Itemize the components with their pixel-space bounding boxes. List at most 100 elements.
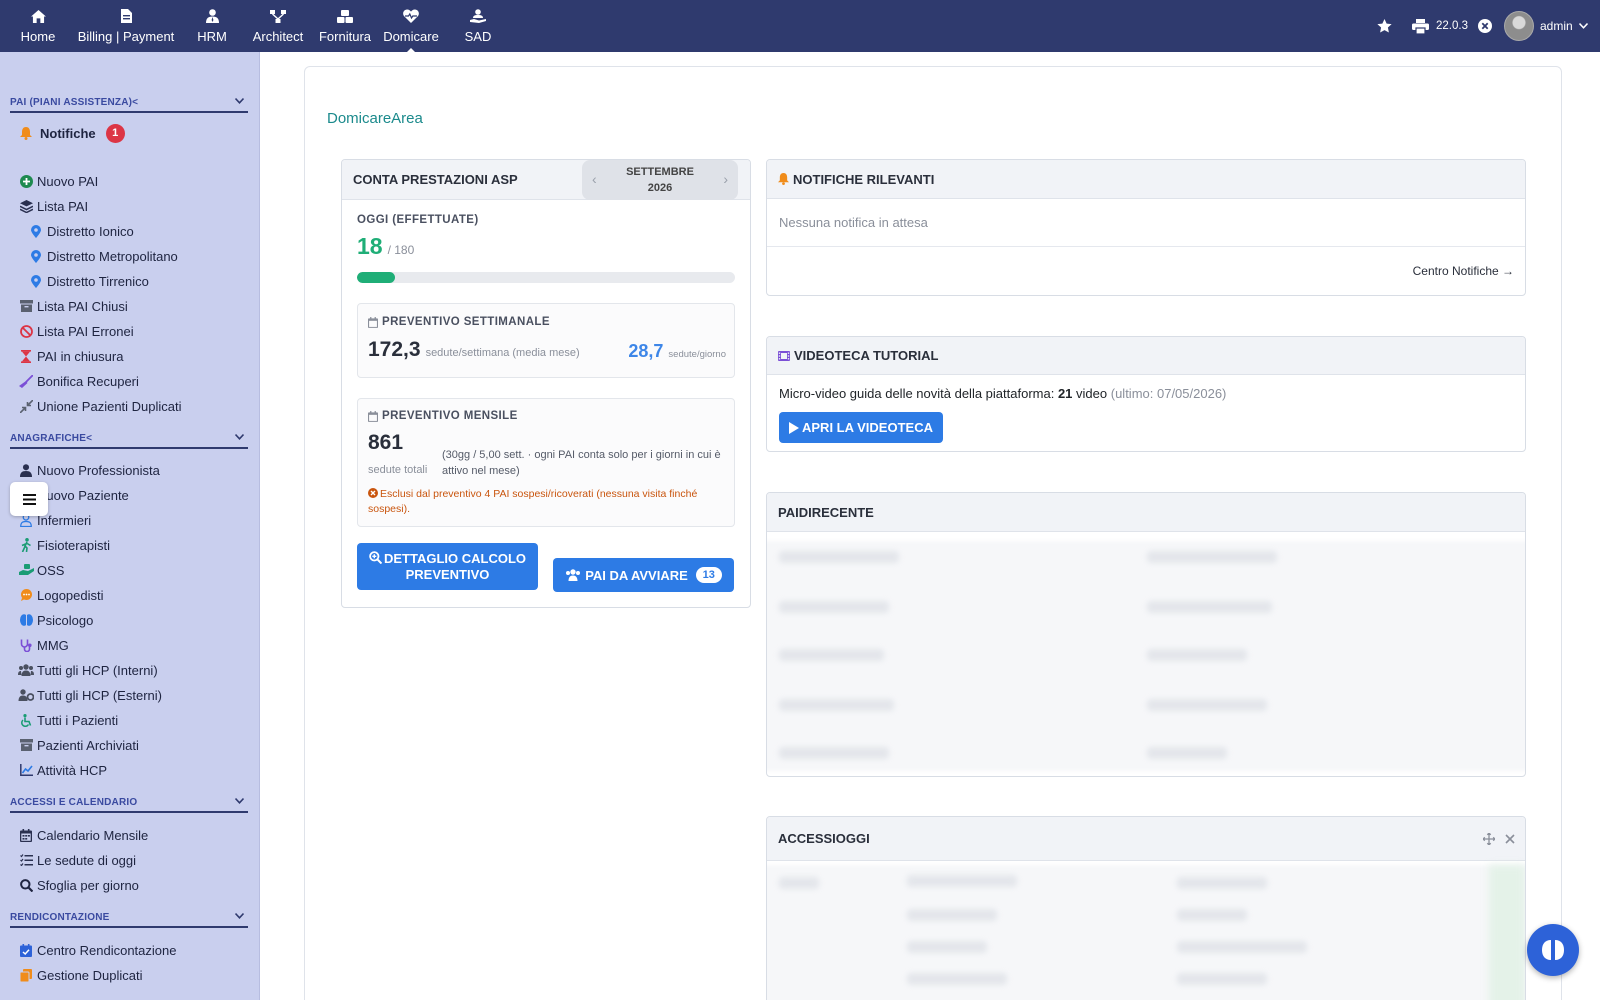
users-icon bbox=[18, 663, 34, 677]
settimanale-label: PREVENTIVO SETTIMANALE bbox=[382, 316, 550, 328]
sidebar-item-nuovo-professionista[interactable]: Nuovo Professionista bbox=[18, 460, 160, 480]
wheelchair-icon bbox=[18, 713, 34, 727]
nav-billing-label: Billing | Payment bbox=[77, 29, 175, 44]
sidebar-item-lista-pai-chiusi[interactable]: Lista PAI Chiusi bbox=[18, 296, 128, 316]
nav-architect[interactable]: Architect bbox=[250, 0, 306, 52]
sidebar-item-sedute-oggi[interactable]: Le sedute di oggi bbox=[18, 850, 136, 870]
mensile-warning-text: Esclusi dal preventivo 4 PAI sospesi/ric… bbox=[368, 488, 698, 515]
pai-recente-card-header: PAIDIRECENTE bbox=[767, 493, 1525, 532]
hand-holding-icon bbox=[18, 563, 34, 577]
blurred-cell bbox=[1177, 909, 1247, 921]
nav-fornitura[interactable]: Fornitura bbox=[318, 0, 372, 52]
pai-recente-card: PAIDIRECENTE bbox=[766, 492, 1526, 777]
blurred-cell bbox=[1177, 877, 1267, 889]
sidebar-item-notifiche[interactable]: Notifiche 1 bbox=[18, 123, 125, 143]
user-tie-icon bbox=[203, 8, 221, 24]
nav-hrm[interactable]: HRM bbox=[194, 0, 230, 52]
mensile-heading: PREVENTIVO MENSILE bbox=[368, 410, 518, 422]
giorno-value-row: 28,7 sedute/giorno bbox=[628, 341, 726, 362]
mensile-note: (30gg / 5,00 sett. · ogni PAI conta solo… bbox=[442, 449, 721, 477]
sidebar-item-centro-rendicontazione[interactable]: Centro Rendicontazione bbox=[18, 940, 176, 960]
videoteca-text-suffix: video bbox=[1076, 386, 1108, 401]
sidebar-item-fisioterapisti[interactable]: Fisioterapisti bbox=[18, 535, 110, 555]
section-pai-header[interactable]: PAI (PIANI ASSISTENZA)< bbox=[10, 97, 248, 113]
mensile-value: 861 bbox=[368, 431, 404, 454]
favorites-star-icon[interactable] bbox=[1377, 0, 1392, 52]
section-anagrafiche-header[interactable]: ANAGRAFICHE< bbox=[10, 433, 248, 449]
move-icon[interactable] bbox=[1483, 833, 1495, 845]
apri-videoteca-button[interactable]: APRI LA VIDEOTECA bbox=[779, 412, 943, 443]
dettaglio-calcolo-button[interactable]: DETTAGLIO CALCOLO PREVENTIVO bbox=[357, 543, 538, 590]
assistant-button[interactable] bbox=[1527, 924, 1579, 976]
sidebar-item-sfoglia-giorno[interactable]: Sfoglia per giorno bbox=[18, 875, 139, 895]
chevron-down-icon bbox=[235, 797, 244, 804]
sidebar-item-pazienti-archiviati[interactable]: Pazienti Archiviati bbox=[18, 735, 139, 755]
comment-icon bbox=[18, 588, 34, 602]
sidebar-item-label: Tutti i Pazienti bbox=[37, 712, 119, 728]
sidebar-item-nuovo-pai[interactable]: Nuovo PAI bbox=[18, 171, 98, 191]
sidebar-item-label: Bonifica Recuperi bbox=[37, 373, 139, 389]
user-avatar[interactable] bbox=[1504, 0, 1534, 52]
pai-recente-card-title: PAIDIRECENTE bbox=[778, 504, 874, 520]
chevron-down-icon[interactable] bbox=[1579, 0, 1588, 52]
sidebar-item-distretto-tirrenico[interactable]: Distretto Tirrenico bbox=[28, 271, 149, 291]
notifiche-card-header: NOTIFICHE RILEVANTI bbox=[767, 160, 1525, 199]
sidebar-item-gestione-duplicati[interactable]: Gestione Duplicati bbox=[18, 965, 143, 985]
print-icon[interactable] bbox=[1412, 0, 1429, 52]
settimanale-value: 172,3 bbox=[368, 338, 421, 361]
chevron-left-icon[interactable]: ‹ bbox=[592, 171, 597, 187]
sidebar-item-label: Psicologo bbox=[37, 612, 94, 628]
section-accessi-header[interactable]: ACCESSI E CALENDARIO bbox=[10, 797, 248, 813]
close-icon[interactable] bbox=[1505, 834, 1515, 844]
sidebar-item-distretto-metropolitano[interactable]: Distretto Metropolitano bbox=[28, 246, 178, 266]
broom-icon bbox=[18, 374, 34, 388]
apri-videoteca-label: APRI LA VIDEOTECA bbox=[802, 420, 933, 435]
oggi-label: OGGI (EFFETTUATE) bbox=[357, 214, 479, 226]
sidebar-toggle-button[interactable] bbox=[10, 482, 48, 516]
close-circle-icon[interactable] bbox=[1478, 0, 1492, 52]
sidebar-item-label: Lista PAI Chiusi bbox=[37, 298, 128, 314]
blurred-cell bbox=[1147, 699, 1267, 711]
preventivo-settimanale-box: PREVENTIVO SETTIMANALE 172,3 sedute/sett… bbox=[357, 303, 735, 378]
centro-notifiche-link[interactable]: Centro Notifiche → bbox=[1413, 264, 1514, 278]
sidebar-item-lista-pai[interactable]: Lista PAI bbox=[18, 196, 88, 216]
blurred-cell bbox=[779, 551, 899, 563]
giorno-value: 28,7 bbox=[628, 341, 664, 361]
oggi-value: 18 bbox=[357, 233, 383, 259]
chevron-right-icon[interactable]: › bbox=[723, 171, 728, 187]
pai-da-avviare-button[interactable]: PAI DA AVVIARE 13 bbox=[553, 558, 734, 592]
sidebar-item-attivita-hcp[interactable]: Attività HCP bbox=[18, 760, 107, 780]
nav-domicare[interactable]: Domicare bbox=[382, 0, 440, 53]
sidebar-item-unione-pazienti-duplicati[interactable]: Unione Pazienti Duplicati bbox=[18, 396, 182, 416]
users-gear-icon bbox=[18, 688, 34, 702]
notifiche-card-title: NOTIFICHE RILEVANTI bbox=[793, 171, 935, 187]
sidebar-item-bonifica-recuperi[interactable]: Bonifica Recuperi bbox=[18, 371, 139, 391]
section-rendicontazione-header[interactable]: RENDICONTAZIONE bbox=[10, 912, 248, 928]
nav-billing[interactable]: Billing | Payment bbox=[76, 0, 176, 52]
sidebar-item-distretto-ionico[interactable]: Distretto Ionico bbox=[28, 221, 134, 241]
sidebar-item-hcp-esterni[interactable]: Tutti gli HCP (Esterni) bbox=[18, 685, 162, 705]
sidebar-item-logopedisti[interactable]: Logopedisti bbox=[18, 585, 104, 605]
sidebar-item-label: Distretto Ionico bbox=[47, 223, 134, 239]
sidebar-item-oss[interactable]: OSS bbox=[18, 560, 64, 580]
sidebar-item-label: Notifiche bbox=[40, 125, 96, 141]
sidebar-item-calendario-mensile[interactable]: Calendario Mensile bbox=[18, 825, 148, 845]
sidebar-item-mmg[interactable]: MMG bbox=[18, 635, 69, 655]
chart-line-icon bbox=[18, 763, 34, 777]
blurred-cell bbox=[779, 601, 889, 613]
sidebar-item-lista-pai-erronei[interactable]: Lista PAI Erronei bbox=[18, 321, 134, 341]
sidebar-item-label: Nuovo PAI bbox=[37, 173, 99, 189]
sidebar-item-pai-in-chiusura[interactable]: PAI in chiusura bbox=[18, 346, 123, 366]
warning-circle-icon bbox=[368, 488, 378, 498]
users-icon bbox=[566, 569, 581, 581]
notification-count-badge: 1 bbox=[105, 123, 125, 143]
page-title: DomicareArea bbox=[327, 110, 423, 127]
list-check-icon bbox=[18, 853, 34, 867]
sidebar-item-psicologo[interactable]: Psicologo bbox=[18, 610, 93, 630]
giorno-unit: sedute/giorno bbox=[668, 349, 726, 360]
nav-home[interactable]: Home bbox=[18, 0, 58, 52]
sidebar-item-hcp-interni[interactable]: Tutti gli HCP (Interni) bbox=[18, 660, 158, 680]
nav-sad[interactable]: SAD bbox=[462, 0, 494, 52]
user-name[interactable]: admin bbox=[1540, 0, 1573, 52]
sidebar-item-tutti-pazienti[interactable]: Tutti i Pazienti bbox=[18, 710, 118, 730]
